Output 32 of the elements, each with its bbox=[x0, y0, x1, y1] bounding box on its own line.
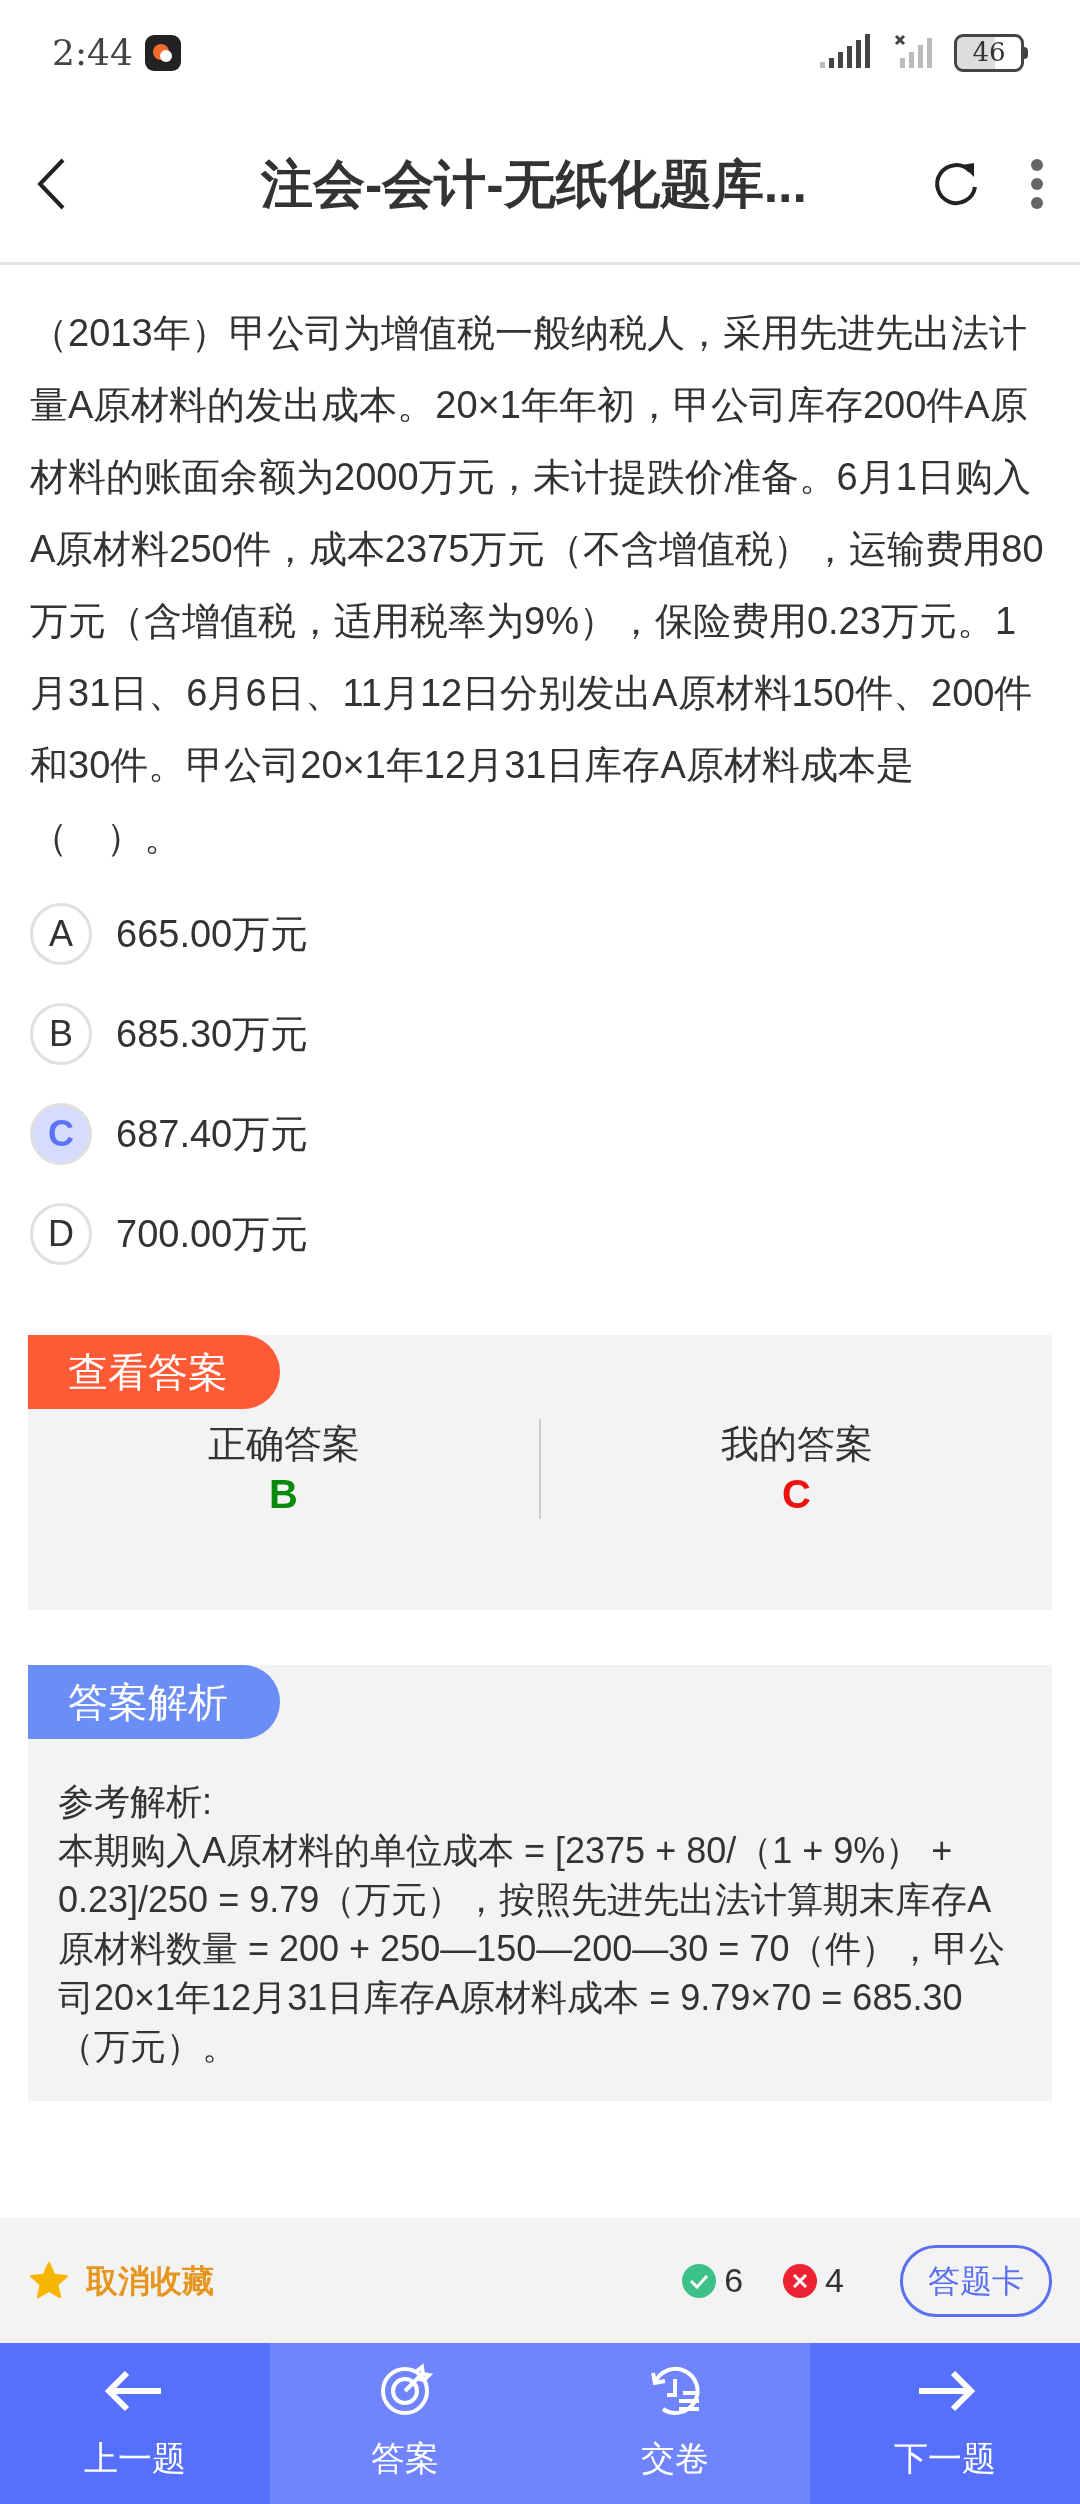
status-time: 2:44 bbox=[52, 30, 133, 75]
analysis-tag: 答案解析 bbox=[28, 1665, 280, 1739]
wrong-count: 4 bbox=[825, 2260, 844, 2301]
correct-count: 6 bbox=[724, 2260, 744, 2301]
option-text[interactable]: 685.30万元 bbox=[116, 1005, 309, 1063]
analysis-heading: 参考解析: bbox=[58, 1780, 213, 1824]
option-marker[interactable]: C bbox=[30, 1103, 92, 1165]
unfavorite-link[interactable]: 取消收藏 bbox=[86, 2256, 214, 2305]
app-notification-icon bbox=[144, 34, 181, 71]
option-text[interactable]: 700.00万元 bbox=[116, 1205, 309, 1263]
correct-icon bbox=[682, 2263, 717, 2298]
question-text: （2013年）甲公司为增值税一般纳税人，采用先进先出法计量A原材料的发出成本。20×1年年初，甲公司库存200件A原材料的账面余额为2000万元，未计提跌价准备。6月1日购入A原材料250件，成本2375万元（不含增值税），运输费用80万元（含增值税，适用税率为9%），保险费用0.23万元。1月31日、6月6日、11月12日分别发出A原材料150件、200件和30件。甲公司20×1年12月31日库存A原材料成本是（ ）。 bbox=[30, 311, 1045, 860]
nav-button[interactable]: 上一题 bbox=[0, 2343, 270, 2504]
option-text[interactable]: 687.40万元 bbox=[116, 1105, 309, 1163]
nav-button[interactable]: 答案 bbox=[270, 2343, 540, 2504]
my-answer: C bbox=[782, 1471, 811, 1518]
correct-answer-label: 正确答案 bbox=[207, 1422, 360, 1467]
analysis-text: 本期购入A原材料的单位成本 = [2375 + 80/（1 + 9%） + 0.23]/250 = 9.79（万元），按照先进先出法计算期末库存A原材料数量 = 200 + 250—150—200—30 = 70（件），甲公司20×1年12月31日库存A原材料成本 = 9.79×70 = 685.30（万元）。 bbox=[58, 1829, 1007, 2069]
correct-answer: B bbox=[269, 1471, 298, 1518]
option-text[interactable]: 665.00万元 bbox=[116, 905, 309, 963]
option-marker[interactable]: B bbox=[30, 1003, 92, 1065]
wrong-icon bbox=[783, 2263, 818, 2298]
answer-tag[interactable]: 查看答案 bbox=[28, 1335, 280, 1409]
page-title: 注会-会计-无纸化题库... bbox=[261, 153, 807, 215]
back-icon[interactable] bbox=[36, 157, 66, 210]
answer-card-button[interactable]: 答题卡 bbox=[900, 2244, 1052, 2317]
more-icon[interactable] bbox=[1030, 157, 1044, 210]
option-marker[interactable]: A bbox=[30, 903, 92, 965]
option-marker[interactable]: D bbox=[30, 1203, 92, 1265]
nav-button[interactable]: 下一题 bbox=[810, 2343, 1080, 2504]
nav-button[interactable]: 交卷 bbox=[540, 2343, 810, 2504]
my-answer-label: 我的答案 bbox=[720, 1422, 873, 1467]
